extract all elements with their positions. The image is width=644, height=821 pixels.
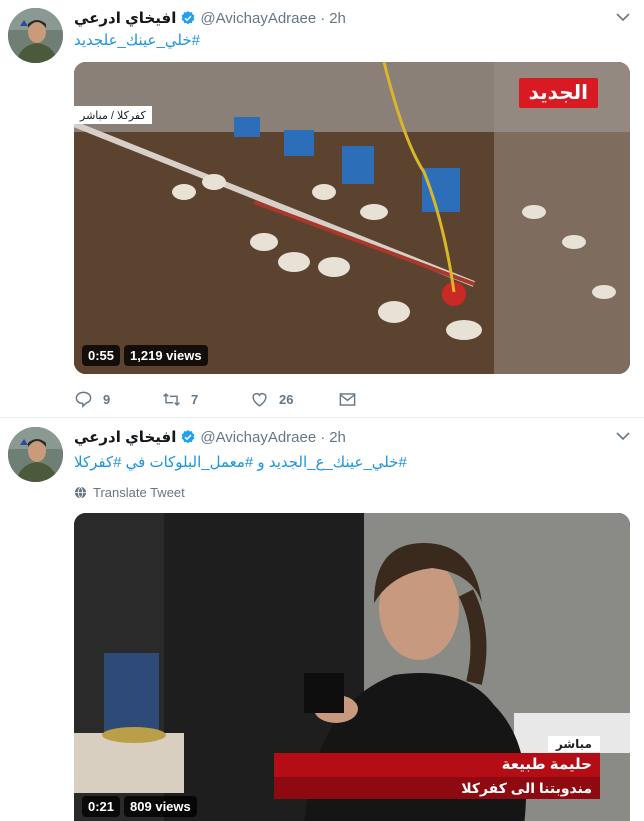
channel-logo: الجديد (518, 78, 598, 108)
retweet-button[interactable]: 7 (162, 390, 250, 409)
globe-icon (74, 486, 87, 499)
tweet-text[interactable]: #خلي_عينك_علجديد (74, 31, 200, 49)
envelope-icon (339, 393, 356, 406)
avatar[interactable] (8, 8, 63, 63)
reply-button[interactable]: 9 (74, 390, 162, 409)
video-frame (74, 62, 630, 374)
display-name[interactable]: افيخاي ادرعي (74, 9, 176, 27)
like-count: 26 (279, 392, 294, 407)
tweet-header: افيخاي ادرعي @AvichayAdraee · 2h (74, 427, 346, 447)
verified-icon (181, 11, 195, 25)
translate-tweet-link[interactable]: Translate Tweet (74, 485, 185, 500)
location-chyron: كفركلا / مباشر (74, 106, 152, 124)
tweet-text[interactable]: #خلي_عينك_ع_الجديد و #معمل_البلوكات في #… (74, 453, 407, 471)
avatar[interactable] (8, 427, 63, 482)
reporter-role: مندوبتنا الى كفركلا (274, 777, 600, 799)
timestamp[interactable]: 2h (329, 429, 346, 446)
user-handle[interactable]: @AvichayAdraee (200, 429, 316, 446)
tweet[interactable]: افيخاي ادرعي @AvichayAdraee · 2h #خلي_عي… (0, 419, 644, 821)
video-badge: 0:21 809 views (82, 796, 197, 817)
tweet-header: افيخاي ادرعي @AvichayAdraee · 2h (74, 8, 346, 28)
like-button[interactable]: 26 (250, 390, 338, 409)
tweet[interactable]: افيخاي ادرعي @AvichayAdraee · 2h #خلي_عي… (0, 0, 644, 418)
retweet-icon (163, 392, 180, 407)
direct-message-button[interactable] (338, 390, 426, 409)
chevron-down-icon[interactable] (616, 431, 630, 441)
chevron-down-icon[interactable] (616, 12, 630, 22)
reporter-name: حليمة طبيعة (274, 753, 600, 777)
video-player[interactable]: مباشر حليمة طبيعة مندوبتنا الى كفركلا 0:… (74, 513, 630, 821)
video-duration: 0:55 (82, 345, 121, 366)
video-duration: 0:21 (82, 796, 121, 817)
heart-icon (252, 392, 267, 407)
video-player[interactable]: كفركلا / مباشر الجديد 0:55 1,219 views (74, 62, 630, 374)
reply-count: 9 (103, 392, 111, 407)
video-views: 809 views (124, 796, 197, 817)
retweet-count: 7 (191, 392, 199, 407)
reply-icon (75, 391, 92, 408)
video-badge: 0:55 1,219 views (82, 345, 208, 366)
verified-icon (181, 430, 195, 444)
lower-third: مباشر حليمة طبيعة مندوبتنا الى كفركلا (274, 735, 600, 799)
translate-label: Translate Tweet (93, 485, 185, 500)
tweet-actions: 9 7 26 (74, 390, 426, 409)
separator-dot: · (320, 428, 326, 446)
separator-dot: · (320, 9, 326, 27)
live-label: مباشر (547, 736, 600, 752)
video-views: 1,219 views (124, 345, 208, 366)
timestamp[interactable]: 2h (329, 10, 346, 27)
user-handle[interactable]: @AvichayAdraee (200, 10, 316, 27)
display-name[interactable]: افيخاي ادرعي (74, 428, 176, 446)
